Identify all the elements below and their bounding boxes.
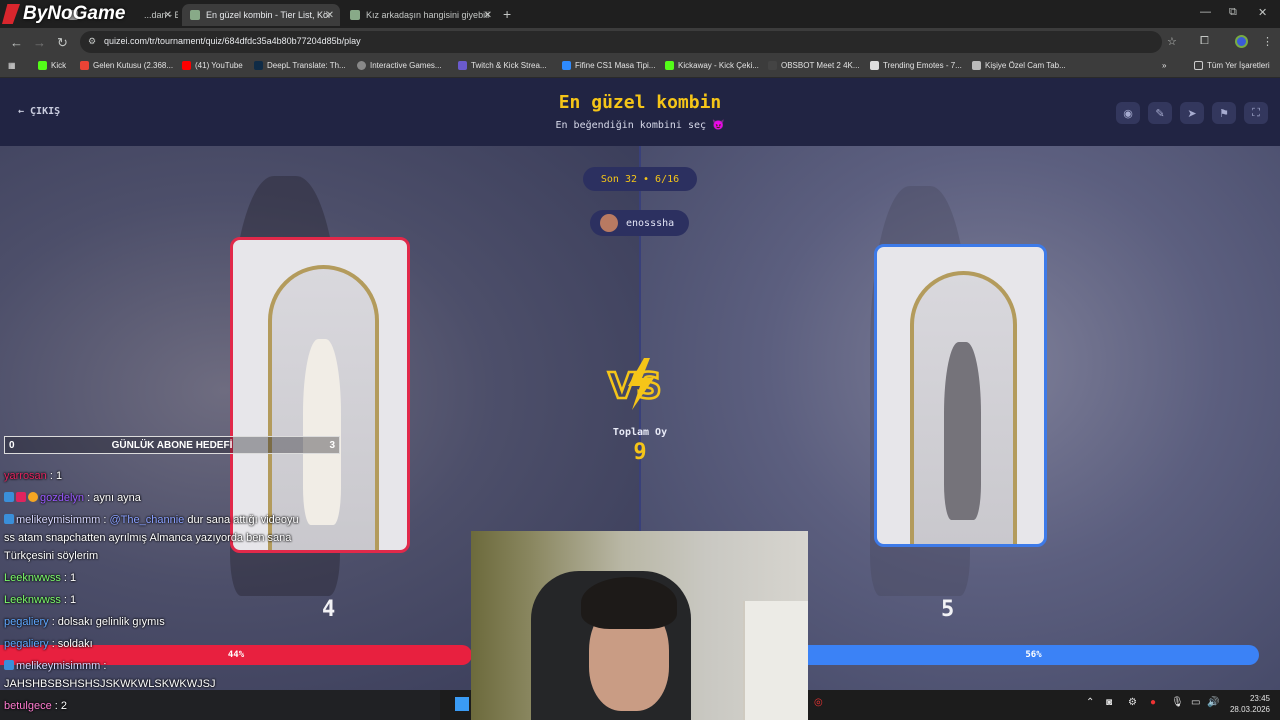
back-icon[interactable]: ← [10,35,23,50]
profile-avatar[interactable] [1235,35,1248,48]
network-icon[interactable]: ▭ [1191,697,1200,708]
bookmark-star-icon[interactable]: ☆ [1167,35,1177,48]
quiz-subtitle: En beğendiğin kombini seç 😈 [555,120,725,131]
right-score: 5 [941,597,955,622]
chat-message: ss atam snapchatten ayrılmış Almanca yaz… [4,532,292,544]
new-tab-button[interactable]: + [503,6,511,22]
user-badge: enosssha [590,210,689,236]
badge-icon [4,492,14,502]
streamer-hair [581,577,677,629]
chat-message: betulgece : 2 [4,700,68,712]
bookmark-youtube[interactable]: (41) YouTube [182,61,243,70]
steam-icon[interactable]: ⚙ [1128,697,1137,708]
bookmark-obsbot[interactable]: OBSBOT Meet 2 4K... [768,61,860,70]
menu-icon[interactable]: ⋮ [1262,35,1273,48]
windows-start-icon[interactable] [455,697,469,711]
minimize-icon[interactable]: — [1200,6,1211,18]
left-score: 4 [322,597,336,622]
volume-icon[interactable]: 🔊 [1207,697,1219,708]
chat-message: melikeymisimmm : [4,660,106,672]
eye-icon[interactable]: ◉ [1116,102,1140,124]
tab-active-quiz[interactable]: En güzel kombin - Tier List, Kör ✕ [182,4,340,26]
restore-icon[interactable]: ⧉ [1229,6,1237,19]
chat-message: pegaliery : dolsakı gelinlik gıymıs [4,616,165,628]
shelf-background [743,601,808,720]
left-outfit-card[interactable] [230,237,410,553]
chat-message: Leeknwwss : 1 [4,572,77,584]
browser-tab-bar: ByNoGame ...dan - B ✕ En güzel kombin - T… [0,0,1280,28]
right-outfit-card[interactable] [874,244,1047,547]
eraser-icon[interactable]: ✎ [1148,102,1172,124]
bynogame-logo: ByNoGame [2,0,125,28]
badge-icon [16,492,26,502]
window-close-icon[interactable]: ✕ [1258,6,1267,19]
discord-icon[interactable]: ◙ [1106,697,1112,708]
badge-icon [4,660,14,670]
chat-message: pegaliery : soldakı [4,638,93,650]
badge-icon [28,492,38,502]
reload-icon[interactable]: ↻ [57,35,68,51]
share-icon[interactable]: ➤ [1180,102,1204,124]
apps-icon[interactable]: ▦ [8,61,16,70]
badge-icon [4,514,14,524]
extensions-icon[interactable]: ⧠ [1200,35,1209,48]
outfit-photo [302,339,341,526]
close-icon[interactable]: ✕ [164,10,172,21]
chat-message: yarrosan : 1 [4,470,63,482]
subscriber-goal-bar: 0 GÜNLÜK ABONE HEDEFİ 3 [4,436,340,454]
bookmark-7tv[interactable]: Trending Emotes - 7... [870,61,962,70]
all-bookmarks-folder[interactable]: Tüm Yer İşaretleri [1194,61,1270,70]
forward-icon[interactable]: → [33,35,46,50]
taskbar [440,690,471,720]
bookmark-kickaway[interactable]: Kickaway - Kick Çeki... [665,61,759,70]
right-vote-bar: 56% [808,645,1259,665]
microphone-icon[interactable]: 🎙 [1171,697,1184,708]
chat-message: JAHSHBSBSHSHSJSKWKWLSKWKWJSJ [4,678,216,690]
svg-text:VS: VS [608,366,662,407]
chat-message: melikeymisimmm : @The_channie dur sana a… [4,514,299,526]
flag-icon[interactable]: ⚑ [1212,102,1236,124]
app-icon[interactable]: ◎ [814,697,823,708]
chat-message: Leeknwwss : 1 [4,594,77,606]
close-icon[interactable]: ✕ [326,10,334,21]
chat-message: Türkçesini söylerim [4,550,99,562]
system-clock[interactable]: 23:45 28.03.2026 [1226,693,1270,715]
record-icon[interactable]: ● [1150,697,1156,708]
bookmark-deepl[interactable]: DeepL Translate: Th... [254,61,346,70]
vs-icon: VS [607,358,663,410]
bookmark-gmail[interactable]: Gelen Kutusu (2.368... [80,61,173,70]
tab-quiz-other[interactable]: Kız arkadaşın hangisini giyebili ✕ [342,4,498,26]
url-text: quizei.com/tr/tournament/quiz/684dfdc35a… [104,36,361,46]
site-info-icon[interactable]: ⚙ [88,36,96,47]
screen: ByNoGame ...dan - B ✕ En güzel kombin - T… [0,0,1280,720]
chat-message: gozdelyn : aynı ayna [4,492,141,504]
avatar [600,214,618,232]
tray-overflow-icon[interactable]: ⌃ [1086,697,1094,708]
outfit-photo [943,342,981,521]
bookmark-interactive-games[interactable]: Interactive Games... [357,61,442,70]
bookmarks-overflow-icon[interactable]: » [1162,61,1166,70]
close-icon[interactable]: ✕ [484,10,492,21]
webcam-overlay [471,531,808,720]
round-indicator: Son 32 • 6/16 [583,167,697,191]
bookmark-kick[interactable]: Kick [38,61,66,70]
fullscreen-icon[interactable]: ⛶ [1244,102,1268,124]
quiz-title: En güzel kombin [558,92,722,113]
bookmark-twitch-kick[interactable]: Twitch & Kick Strea... [458,61,547,70]
bookmark-fifine[interactable]: Fifine CS1 Masa Tipi... [562,61,655,70]
bookmark-cam-tablo[interactable]: Kişiye Özel Cam Tab... [972,61,1066,70]
